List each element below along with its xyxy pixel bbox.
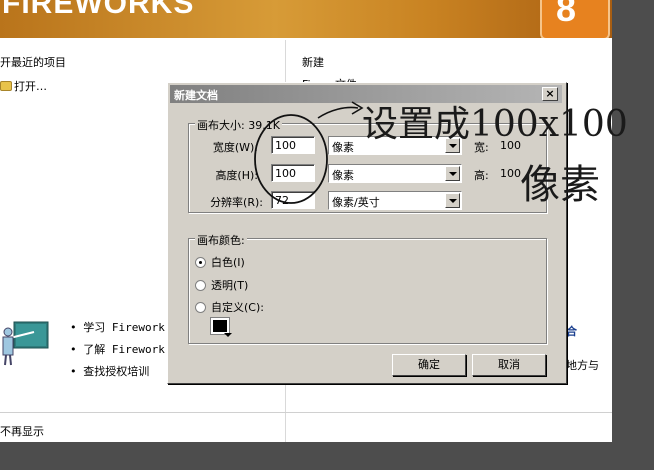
dont-show-again-label[interactable]: 不再显示 — [0, 423, 44, 439]
folder-icon — [0, 81, 12, 91]
right-link-fragment[interactable]: 合 — [566, 323, 577, 339]
height-side-value: 100 — [500, 167, 521, 180]
height-unit-value: 像素 — [332, 169, 354, 182]
learn-link[interactable]: 了解 Firework — [70, 342, 165, 364]
new-heading: 新建 — [302, 56, 324, 69]
custom-color-swatch[interactable] — [210, 317, 232, 337]
ok-button[interactable]: 确定 — [392, 354, 466, 376]
swatch-dropdown-icon — [224, 333, 232, 337]
banner-title: FIREWORKS — [2, 0, 195, 20]
chevron-down-icon[interactable] — [445, 166, 460, 181]
annotation-text-line2: 像素 — [520, 162, 600, 208]
fireworks-logo-icon: 8 — [540, 0, 610, 38]
resolution-input[interactable]: 72 — [271, 191, 315, 209]
resolution-unit-value: 像素/英寸 — [332, 196, 380, 209]
learn-link[interactable]: 学习 Firework — [70, 320, 165, 342]
radio-icon[interactable] — [195, 301, 206, 313]
radio-checked-icon[interactable] — [195, 256, 206, 268]
right-text-fragment: 地方与 — [566, 359, 599, 372]
height-side-label: 高: — [474, 169, 489, 182]
width-label: 宽度(W): — [212, 141, 258, 154]
cancel-button[interactable]: 取消 — [472, 354, 546, 376]
logo-digit: 8 — [556, 0, 577, 29]
resolution-unit-select[interactable]: 像素/英寸 — [328, 191, 462, 210]
canvas-size-label: 画布大小: 39.1K — [195, 117, 282, 133]
height-unit-select[interactable]: 像素 — [328, 164, 462, 183]
learn-link[interactable]: 查找授权培训 — [70, 364, 165, 386]
height-input[interactable]: 100 — [271, 164, 315, 182]
banner: FIREWORKS 8 — [0, 0, 612, 38]
dialog-title: 新建文档 — [174, 89, 218, 102]
recent-projects-heading: 开最近的项目 — [0, 56, 66, 69]
radio-icon[interactable] — [195, 279, 206, 291]
transparent-option[interactable]: 透明(T) — [195, 277, 248, 293]
width-input[interactable]: 100 — [271, 136, 315, 154]
transparent-option-label: 透明(T) — [211, 279, 249, 292]
open-label: 打开… — [14, 80, 47, 93]
custom-option[interactable]: 自定义(C): — [195, 299, 264, 315]
open-link[interactable]: 打开… — [0, 78, 47, 94]
width-unit-value: 像素 — [332, 141, 354, 154]
chevron-down-icon[interactable] — [445, 193, 460, 208]
learn-links-list: 学习 Firework 了解 Firework 查找授权培训 — [70, 320, 165, 386]
height-label: 高度(H): — [215, 169, 258, 182]
canvas-color-label: 画布颜色: — [195, 232, 247, 248]
footer: 不再显示 — [0, 412, 612, 443]
resolution-label: 分辨率(R): — [210, 196, 263, 209]
white-option[interactable]: 白色(I) — [195, 254, 245, 270]
presenter-icon — [2, 321, 49, 366]
white-option-label: 白色(I) — [211, 256, 245, 269]
annotation-text-line1: 设置成100x100 — [362, 104, 628, 145]
custom-option-label: 自定义(C): — [211, 301, 264, 314]
color-fill — [213, 320, 227, 332]
